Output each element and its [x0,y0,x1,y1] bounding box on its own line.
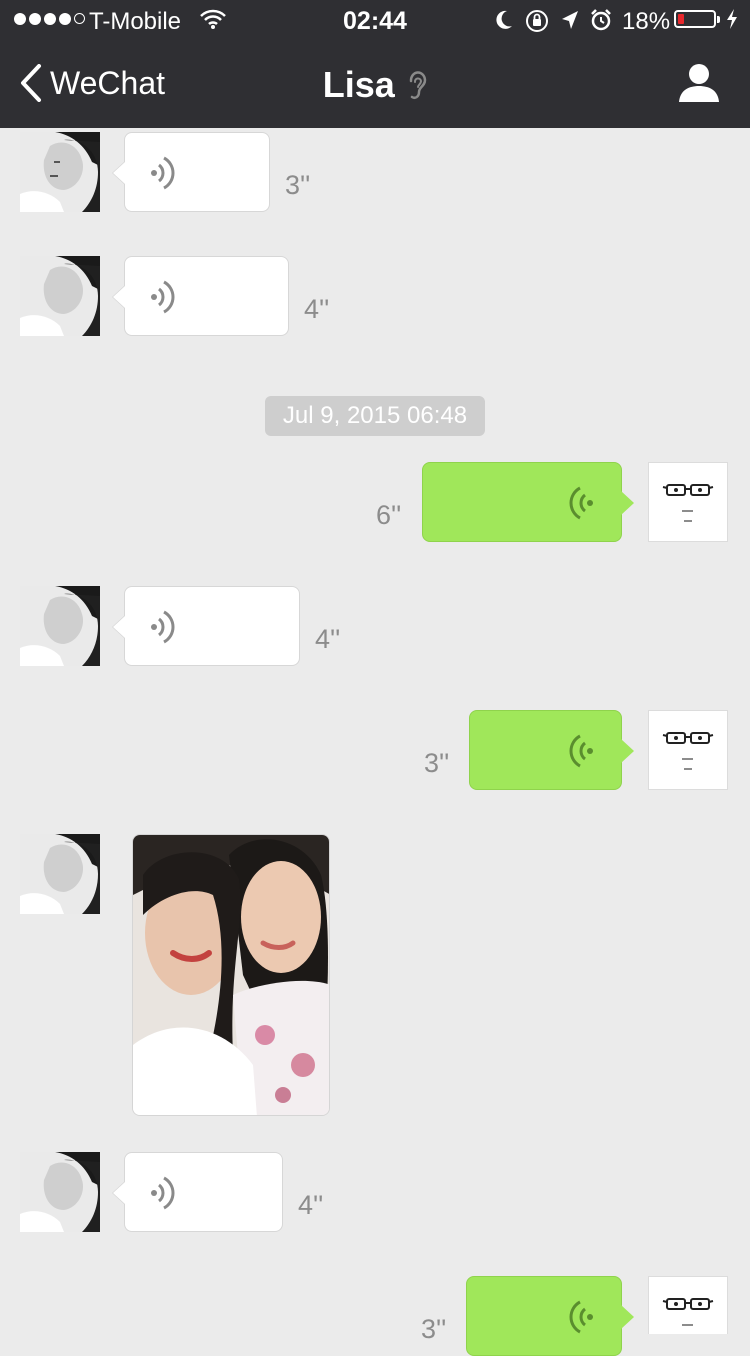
voice-message-bubble[interactable] [469,710,634,790]
my-avatar[interactable] [648,462,728,542]
moon-icon [496,10,512,29]
battery-icon [674,10,720,28]
voice-duration: 3'' [424,748,450,778]
charging-bolt-icon [727,9,737,29]
voice-wave-icon [569,734,593,768]
chat-title: Lisa [322,64,395,105]
location-icon [562,11,578,29]
voice-wave-icon [151,280,175,314]
voice-message-bubble[interactable] [112,132,270,212]
voice-wave-icon [151,1176,175,1210]
battery-fill [678,14,684,24]
status-bar: T-Mobile 02:44 18% [0,0,750,40]
voice-wave-icon [151,156,175,190]
voice-message-bubble[interactable] [466,1276,634,1356]
photo-image [133,835,329,1115]
chat-title-area: Lisa [0,64,750,106]
voice-wave-icon [151,610,175,644]
battery-percent: 18% [622,8,671,35]
voice-wave-icon [569,486,593,520]
lisa-avatar[interactable] [20,256,100,336]
photo-message[interactable] [132,834,330,1116]
voice-message-bubble[interactable] [112,256,289,336]
rotation-lock-icon [526,10,548,32]
voice-message-bubble[interactable] [112,586,300,666]
my-avatar[interactable] [648,1276,728,1334]
voice-duration: 6'' [376,500,402,530]
voice-message-bubble[interactable] [112,1152,283,1232]
lisa-avatar[interactable] [20,1152,100,1232]
voice-wave-icon [569,1300,593,1334]
voice-duration: 3'' [421,1314,447,1344]
top-bar: T-Mobile 02:44 18% WeChat Lisa [0,0,750,128]
voice-duration: 4'' [298,1190,324,1220]
lisa-avatar[interactable] [20,132,100,212]
lisa-avatar[interactable] [20,834,100,914]
alarm-icon [591,9,611,31]
my-avatar[interactable] [648,710,728,790]
voice-duration: 4'' [304,294,330,324]
person-icon[interactable] [678,62,720,104]
ear-icon [410,71,427,100]
voice-duration: 4'' [315,624,341,654]
lisa-avatar[interactable] [20,586,100,666]
date-divider: Jul 9, 2015 06:48 [265,396,485,436]
voice-message-bubble[interactable] [422,462,634,542]
voice-duration: 3'' [285,170,311,200]
